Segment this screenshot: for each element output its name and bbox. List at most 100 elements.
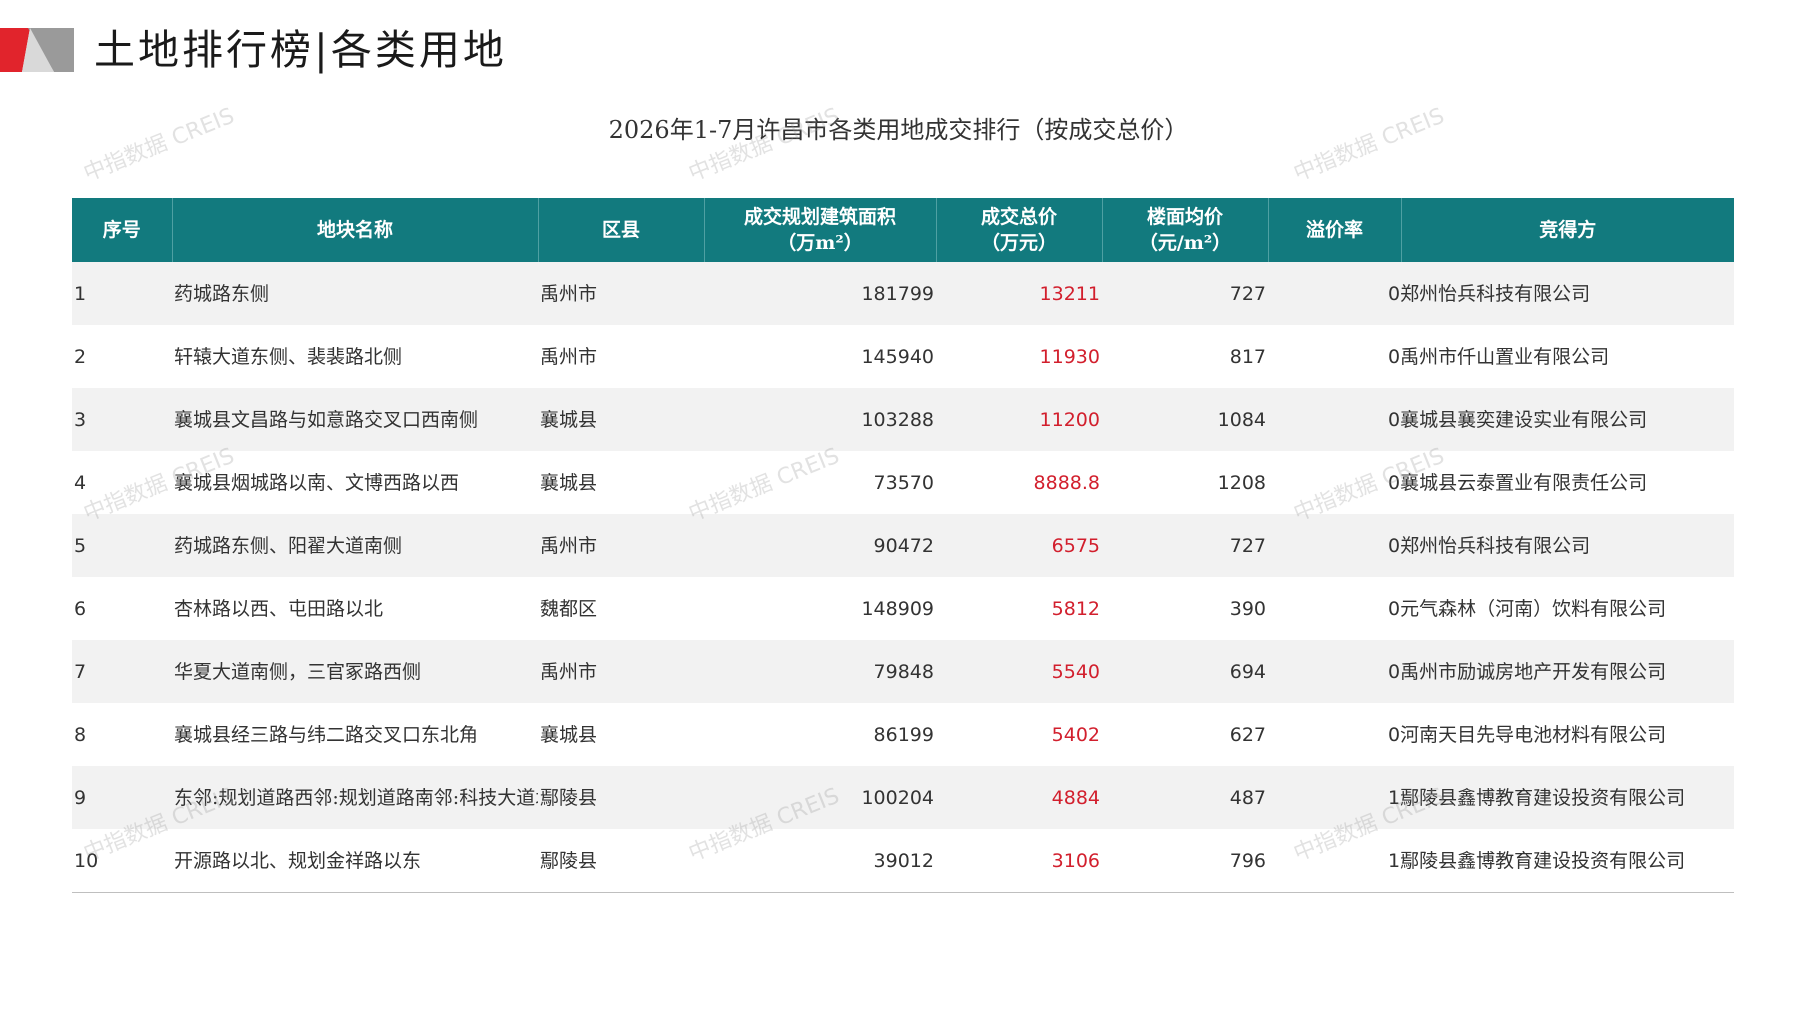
cell-premium-winner: 0 郑州怡兵科技有限公司 bbox=[1268, 262, 1734, 325]
cell-district: 魏都区 bbox=[538, 577, 704, 640]
col-header-district: 区县 bbox=[537, 198, 704, 262]
cell-total: 11930 bbox=[936, 325, 1102, 388]
cell-index: 4 bbox=[72, 451, 172, 514]
cell-index: 8 bbox=[72, 703, 172, 766]
cell-premium: 0 bbox=[1388, 597, 1401, 620]
cell-total: 5540 bbox=[936, 640, 1102, 703]
cell-total: 4884 bbox=[936, 766, 1102, 829]
cell-winner: 河南天目先导电池材料有限公司 bbox=[1400, 723, 1667, 746]
table-row: 6 杏林路以西、屯田路以北 魏都区 148909 5812 390 0 元气森林（… bbox=[72, 577, 1734, 640]
cell-index: 2 bbox=[72, 325, 172, 388]
cell-winner: 禹州市励诚房地产开发有限公司 bbox=[1400, 660, 1667, 683]
cell-name: 药城路东侧、阳翟大道南侧 bbox=[172, 514, 538, 577]
cell-index: 9 bbox=[72, 766, 172, 829]
cell-avg: 796 bbox=[1102, 829, 1268, 893]
col-header-winner: 竞得方 bbox=[1400, 198, 1734, 262]
cell-area: 86199 bbox=[704, 703, 936, 766]
cell-name: 襄城县烟城路以南、文博西路以西 bbox=[172, 451, 538, 514]
cell-index: 3 bbox=[72, 388, 172, 451]
cell-premium: 0 bbox=[1388, 345, 1401, 368]
cell-premium: 1 bbox=[1388, 786, 1401, 809]
cell-total: 11200 bbox=[936, 388, 1102, 451]
cell-district: 鄢陵县 bbox=[538, 766, 704, 829]
cell-winner: 鄢陵县鑫博教育建设投资有限公司 bbox=[1400, 786, 1686, 809]
cell-premium-winner: 0 襄城县云泰置业有限责任公司 bbox=[1268, 451, 1734, 514]
cell-avg: 390 bbox=[1102, 577, 1268, 640]
cell-district: 禹州市 bbox=[538, 325, 704, 388]
table-row: 9 东邻:规划道路西邻:规划道路南邻:科技大道北邻:康王庙社区土地 鄢陵县 10… bbox=[72, 766, 1734, 829]
table-row: 8 襄城县经三路与纬二路交叉口东北角 襄城县 86199 5402 627 0河… bbox=[72, 703, 1734, 766]
cell-index: 6 bbox=[72, 577, 172, 640]
table-title: 2026年1-7月许昌市各类用地成交排行（按成交总价） bbox=[608, 116, 1189, 144]
cell-premium: 0 bbox=[1388, 660, 1401, 683]
col-header-avg-line2: （元/m²） bbox=[1138, 232, 1232, 254]
cell-area: 103288 bbox=[704, 388, 936, 451]
col-header-premium: 溢价率 bbox=[1267, 198, 1401, 262]
col-header-avg: 楼面均价 （元/m²） bbox=[1101, 198, 1268, 262]
col-header-total: 成交总价 （万元） bbox=[935, 198, 1102, 262]
cell-area: 90472 bbox=[704, 514, 936, 577]
cell-area: 148909 bbox=[704, 577, 936, 640]
cell-index: 5 bbox=[72, 514, 172, 577]
table-row: 5 药城路东侧、阳翟大道南侧 禹州市 90472 6575 727 0 郑州怡兵科… bbox=[72, 514, 1734, 577]
cell-district: 禹州市 bbox=[538, 514, 704, 577]
cell-name: 华夏大道南侧，三官冢路西侧 bbox=[172, 640, 538, 703]
table-header-row: 序号 地块名称 区县 成交规划建筑面积 （万m²） 成交总价 （万元） 楼面均价… bbox=[72, 198, 1734, 262]
cell-index: 1 bbox=[72, 262, 172, 325]
cell-premium-winner: 1 鄢陵县鑫博教育建设投资有限公司 bbox=[1268, 766, 1734, 829]
cell-winner: 禹州市仟山置业有限公司 bbox=[1400, 345, 1610, 368]
cell-premium: 0 bbox=[1388, 471, 1401, 494]
col-header-total-line1: 成交总价 bbox=[980, 206, 1057, 228]
cell-winner: 郑州怡兵科技有限公司 bbox=[1400, 282, 1591, 305]
land-ranking-table: 序号 地块名称 区县 成交规划建筑面积 （万m²） 成交总价 （万元） 楼面均价… bbox=[72, 198, 1734, 893]
page-title: 土地排行榜|各类用地 bbox=[94, 26, 507, 74]
cell-name: 东邻:规划道路西邻:规划道路南邻:科技大道北邻:康王庙社区土地 bbox=[172, 766, 538, 829]
cell-index: 10 bbox=[72, 829, 172, 893]
col-header-area-line1: 成交规划建筑面积 bbox=[743, 206, 896, 228]
col-header-area: 成交规划建筑面积 （万m²） bbox=[703, 198, 936, 262]
col-header-area-line2: （万m²） bbox=[777, 232, 863, 254]
table-row: 10 开源路以北、规划金祥路以东 鄢陵县 39012 3106 796 1 鄢陵县… bbox=[72, 829, 1734, 893]
col-header-avg-line1: 楼面均价 bbox=[1146, 206, 1223, 228]
cell-premium: 0 bbox=[1388, 534, 1401, 557]
cell-total: 3106 bbox=[936, 829, 1102, 893]
cell-premium: 0 bbox=[1388, 408, 1401, 431]
cell-avg: 727 bbox=[1102, 514, 1268, 577]
cell-name: 开源路以北、规划金祥路以东 bbox=[172, 829, 538, 893]
cell-district: 禹州市 bbox=[538, 262, 704, 325]
cell-premium: 0 bbox=[1388, 723, 1401, 746]
cell-avg: 817 bbox=[1102, 325, 1268, 388]
cell-avg: 727 bbox=[1102, 262, 1268, 325]
table-row: 4 襄城县烟城路以南、文博西路以西 襄城县 73570 8888.8 1208 … bbox=[72, 451, 1734, 514]
cell-area: 73570 bbox=[704, 451, 936, 514]
cell-total: 5812 bbox=[936, 577, 1102, 640]
cell-district: 禹州市 bbox=[538, 640, 704, 703]
cell-total: 5402 bbox=[936, 703, 1102, 766]
cell-total: 8888.8 bbox=[936, 451, 1102, 514]
table-row: 3 襄城县文昌路与如意路交叉口西南侧 襄城县 103288 11200 1084… bbox=[72, 388, 1734, 451]
cell-premium-winner: 0 郑州怡兵科技有限公司 bbox=[1268, 514, 1734, 577]
col-header-name: 地块名称 bbox=[171, 198, 538, 262]
cell-winner: 郑州怡兵科技有限公司 bbox=[1400, 534, 1591, 557]
cell-district: 襄城县 bbox=[538, 388, 704, 451]
cell-area: 145940 bbox=[704, 325, 936, 388]
brand-logo-mark bbox=[0, 28, 74, 72]
cell-premium-winner: 0 禹州市仟山置业有限公司 bbox=[1268, 325, 1734, 388]
cell-index: 7 bbox=[72, 640, 172, 703]
table-row: 2 轩辕大道东侧、裴裴路北侧 禹州市 145940 11930 817 0 禹州市… bbox=[72, 325, 1734, 388]
cell-district: 鄢陵县 bbox=[538, 829, 704, 893]
cell-name: 襄城县经三路与纬二路交叉口东北角 bbox=[172, 703, 538, 766]
cell-avg: 694 bbox=[1102, 640, 1268, 703]
cell-area: 79848 bbox=[704, 640, 936, 703]
cell-premium: 1 bbox=[1388, 849, 1401, 872]
cell-district: 襄城县 bbox=[538, 451, 704, 514]
cell-premium-winner: 0 禹州市励诚房地产开发有限公司 bbox=[1268, 640, 1734, 703]
cell-area: 39012 bbox=[704, 829, 936, 893]
table-row: 7 华夏大道南侧，三官冢路西侧 禹州市 79848 5540 694 0 禹州市励… bbox=[72, 640, 1734, 703]
cell-premium-winner: 1 鄢陵县鑫博教育建设投资有限公司 bbox=[1268, 829, 1734, 893]
cell-avg: 1208 bbox=[1102, 451, 1268, 514]
cell-avg: 1084 bbox=[1102, 388, 1268, 451]
cell-winner: 襄城县襄奕建设实业有限公司 bbox=[1400, 408, 1648, 431]
table-row: 1 药城路东侧 禹州市 181799 13211 727 0 郑州怡兵科技有限公司 bbox=[72, 262, 1734, 325]
cell-avg: 487 bbox=[1102, 766, 1268, 829]
